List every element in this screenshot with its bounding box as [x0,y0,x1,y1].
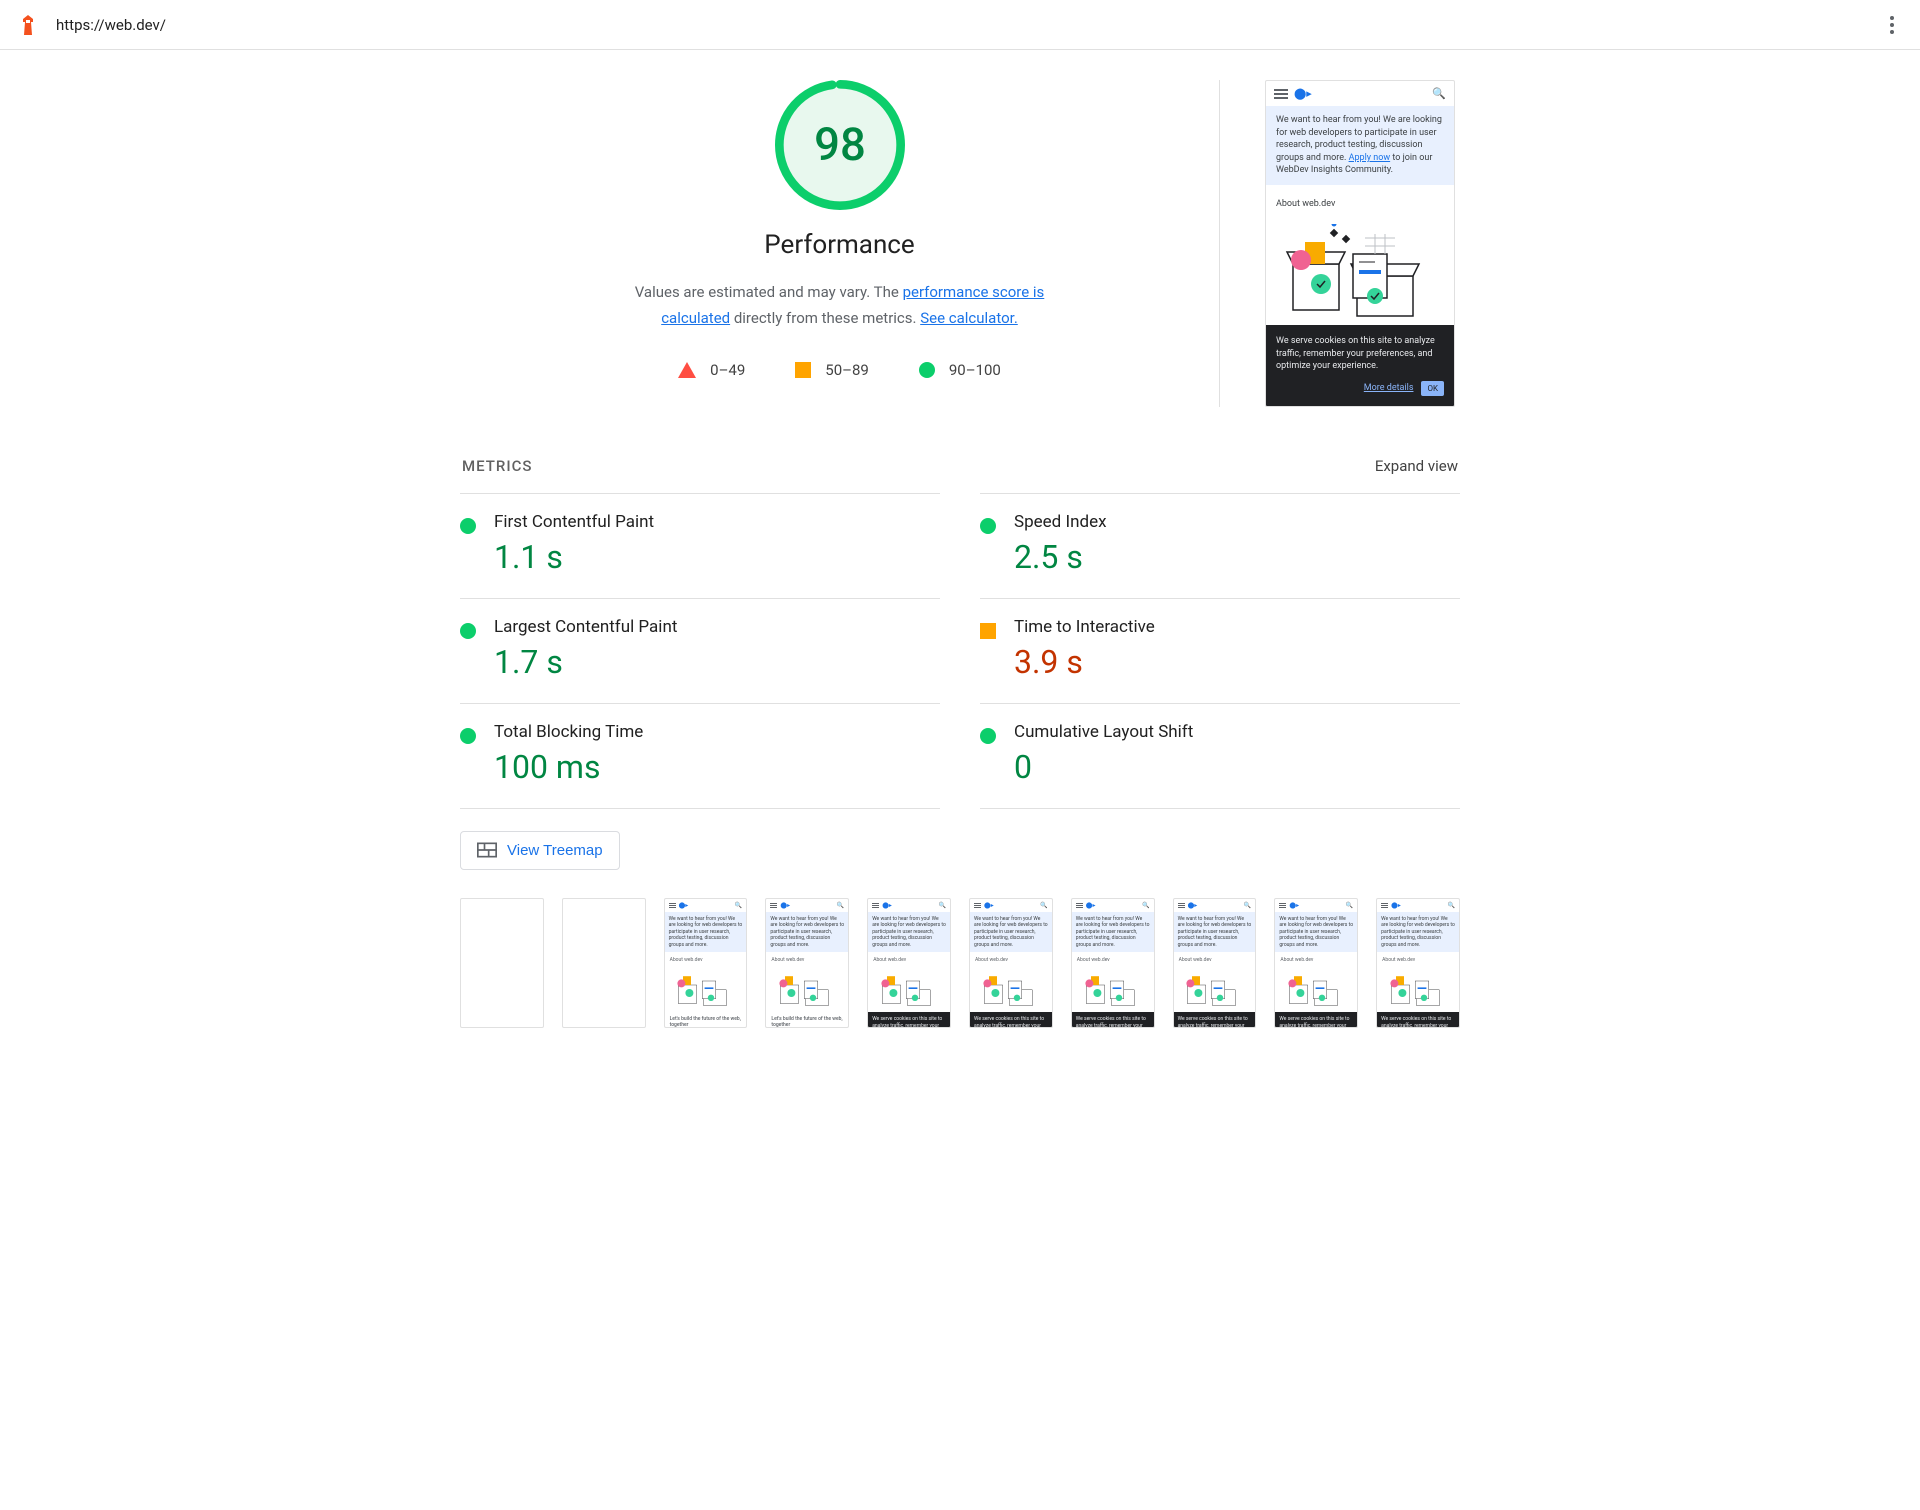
score-description: Values are estimated and may vary. The p… [620,280,1060,331]
desc-text-2: directly from these metrics. [730,309,920,327]
filmstrip-frame [562,898,646,1028]
score-value: 98 [814,119,866,172]
preview-column: ⬤▸ 🔍 We want to hear from you! We are lo… [1260,80,1460,407]
metric-tbt: Total Blocking Time 100 ms [460,703,940,808]
score-column: 98 Performance Values are estimated and … [460,80,1220,407]
final-screenshot: ⬤▸ 🔍 We want to hear from you! We are lo… [1265,80,1455,407]
filmstrip-frame: ⬤▸🔍 We want to hear from you! We are loo… [969,898,1053,1028]
filmstrip-frame: ⬤▸🔍 We want to hear from you! We are loo… [867,898,951,1028]
legend-fail-label: 0–49 [710,361,745,379]
metric-value: 0 [1014,748,1460,786]
score-gauge: 98 [775,80,905,210]
metrics-header: METRICS Expand view [460,457,1460,475]
search-icon: 🔍 [1432,87,1446,100]
filmstrip-frame: ⬤▸🔍 We want to hear from you! We are loo… [765,898,849,1028]
view-treemap-button[interactable]: View Treemap [460,831,620,870]
metric-name: Total Blocking Time [494,722,940,742]
metric-fcp: First Contentful Paint 1.1 s [460,493,940,598]
legend-avg-label: 50–89 [825,361,869,379]
score-legend: 0–49 50–89 90–100 [678,361,1001,379]
pass-indicator-icon [460,728,476,744]
metric-lcp: Largest Contentful Paint 1.7 s [460,598,940,703]
metric-value: 1.1 s [494,538,940,576]
header-row: 98 Performance Values are estimated and … [460,80,1460,407]
average-indicator-icon [980,623,996,639]
pass-indicator-icon [980,518,996,534]
preview-about-heading: About web.dev [1276,199,1444,209]
legend-fail: 0–49 [678,361,745,379]
metric-value: 1.7 s [494,643,940,681]
metrics-title: METRICS [462,457,532,475]
pass-indicator-icon [460,518,476,534]
preview-ok-button: OK [1421,381,1444,396]
metric-name: Cumulative Layout Shift [1014,722,1460,742]
hamburger-icon [1274,89,1288,99]
treemap-label: View Treemap [507,842,603,859]
expand-view-toggle[interactable]: Expand view [1375,457,1458,475]
filmstrip-frame: ⬤▸🔍 We want to hear from you! We are loo… [1274,898,1358,1028]
legend-pass: 90–100 [919,361,1001,379]
treemap-icon [477,842,497,858]
lighthouse-icon [16,13,40,37]
triangle-icon [678,362,696,378]
preview-more-link: More details [1364,382,1414,395]
topbar: https://web.dev/ [0,0,1920,50]
legend-pass-label: 90–100 [949,361,1001,379]
metric-name: Speed Index [1014,512,1460,532]
metric-name: First Contentful Paint [494,512,940,532]
page-url: https://web.dev/ [56,16,1880,34]
category-title: Performance [764,230,914,260]
metric-si: Speed Index 2.5 s [980,493,1460,598]
circle-icon [919,362,935,378]
legend-average: 50–89 [795,361,869,379]
filmstrip-frame: ⬤▸🔍 We want to hear from you! We are loo… [1376,898,1460,1028]
treemap-row: View Treemap [460,831,1460,870]
metrics-grid: First Contentful Paint 1.1 s Speed Index… [460,493,1460,809]
see-calculator-link[interactable]: See calculator. [920,309,1018,327]
metric-name: Time to Interactive [1014,617,1460,637]
metric-value: 100 ms [494,748,940,786]
filmstrip-frame: ⬤▸🔍 We want to hear from you! We are loo… [664,898,748,1028]
pass-indicator-icon [460,623,476,639]
preview-body: About web.dev [1266,185,1454,325]
preview-cookie-banner: We serve cookies on this site to analyze… [1266,325,1454,406]
pass-indicator-icon [980,728,996,744]
filmstrip-frame: ⬤▸🔍 We want to hear from you! We are loo… [1071,898,1155,1028]
kebab-menu-icon[interactable] [1880,13,1904,37]
filmstrip-frame: ⬤▸🔍 We want to hear from you! We are loo… [1173,898,1257,1028]
metric-value: 3.9 s [1014,643,1460,681]
preview-banner: We want to hear from you! We are looking… [1266,106,1454,185]
metric-tti: Time to Interactive 3.9 s [980,598,1460,703]
metric-cls: Cumulative Layout Shift 0 [980,703,1460,808]
metric-name: Largest Contentful Paint [494,617,940,637]
preview-illustration [1276,219,1444,319]
square-icon [795,362,811,378]
filmstrip: ⬤▸🔍 We want to hear from you! We are loo… [460,898,1460,1028]
preview-banner-link: Apply now [1349,153,1391,163]
report-container: 98 Performance Values are estimated and … [460,50,1460,1068]
desc-text: Values are estimated and may vary. The [635,283,903,301]
site-logo-icon: ⬤▸ [1294,87,1312,100]
metric-value: 2.5 s [1014,538,1460,576]
filmstrip-frame [460,898,544,1028]
